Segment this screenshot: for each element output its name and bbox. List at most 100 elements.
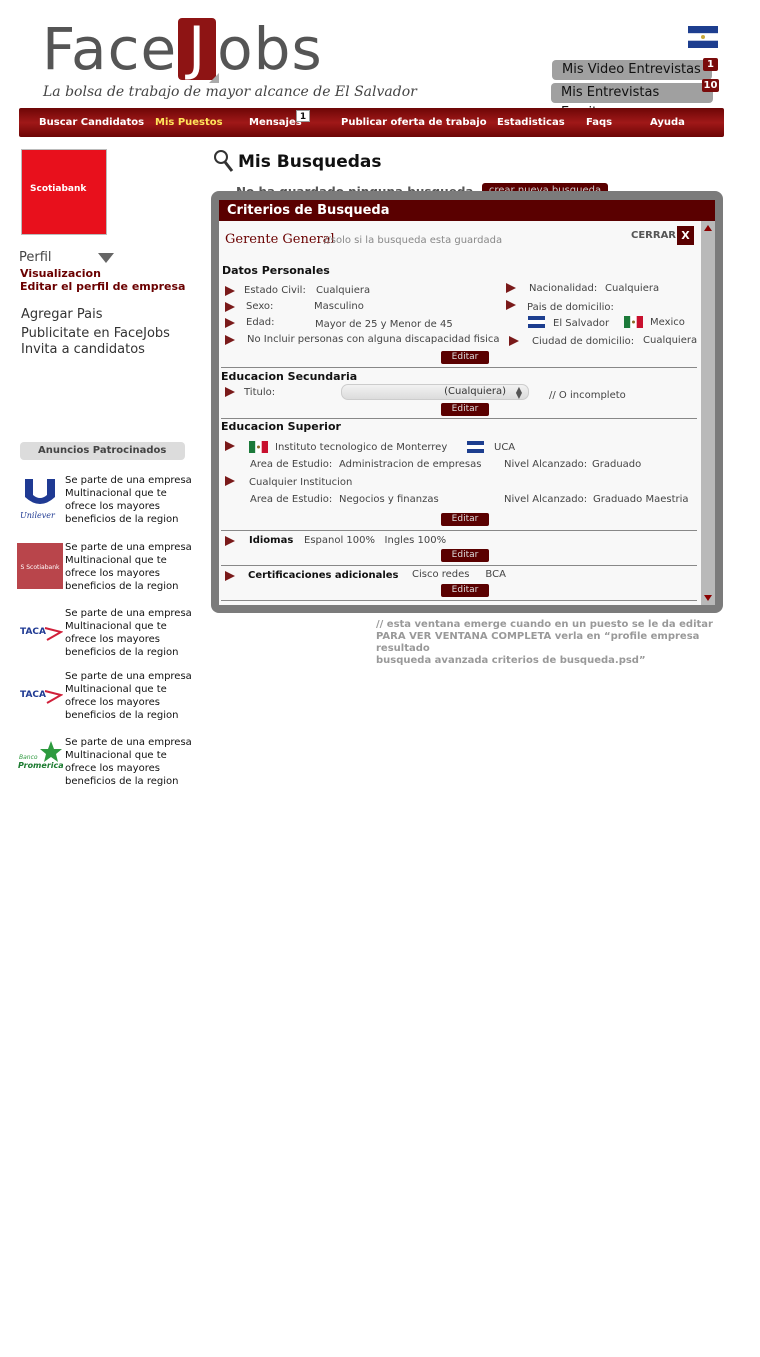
svg-text:Banco: Banco <box>19 754 38 761</box>
select-arrows-icon: ▲ ▼ <box>515 385 522 400</box>
promerica-logo-icon[interactable]: Banco Promerica <box>17 737 63 783</box>
edad-label: Edad: <box>246 317 275 328</box>
taca-logo-icon[interactable]: TACA <box>17 610 63 656</box>
nav-mis-puestos[interactable]: Mis Puestos <box>155 117 223 128</box>
editar-perfil-link[interactable]: Editar el perfil de empresa <box>20 280 185 293</box>
video-interviews-label: Mis Video Entrevistas <box>562 62 701 77</box>
panel-title: Criterios de Busqueda <box>219 200 715 221</box>
publicitate-link[interactable]: Publicitate en FaceJobs <box>21 326 170 341</box>
scroll-down-icon[interactable] <box>704 595 712 601</box>
editar-idiomas-button[interactable]: Editar <box>441 549 489 562</box>
idiomas-value: Espanol 100% Ingles 100% <box>304 535 447 546</box>
nav-ayuda[interactable]: Ayuda <box>650 117 685 128</box>
divider <box>221 530 697 531</box>
perfil-label[interactable]: Perfil <box>19 250 52 265</box>
panel-scrollbar[interactable] <box>701 221 715 605</box>
mexico-flag-icon <box>624 316 643 328</box>
company-logo[interactable]: Scotiabank <box>21 149 107 235</box>
secundaria-note: // O incompleto <box>549 390 626 401</box>
pais-mexico: Mexico <box>650 317 685 328</box>
note-line-3: busqueda avanzada criterios de busqueda.… <box>376 655 646 666</box>
arrow-icon <box>225 387 235 397</box>
editar-datos-button[interactable]: Editar <box>441 351 489 364</box>
nivel-value-1: Graduado <box>592 459 642 470</box>
institucion-3: Cualquier Institucion <box>249 477 353 488</box>
agregar-pais-link[interactable]: Agregar Pais <box>21 307 103 322</box>
nivel-label-2: Nivel Alcanzado: <box>504 494 588 505</box>
unilever-logo-icon[interactable]: Unilever <box>17 475 63 521</box>
titulo-select-value: (Cualquiera) <box>444 386 506 397</box>
arrow-icon <box>509 336 519 346</box>
written-interviews-badge: 10 <box>702 79 719 92</box>
search-icon <box>214 150 234 172</box>
nav-buscar-candidatos[interactable]: Buscar Candidatos <box>39 117 144 128</box>
main-nav: Buscar Candidatos Mis Puestos Mensajes 1… <box>19 108 724 137</box>
titulo-select[interactable]: (Cualquiera) ▲ ▼ <box>341 384 529 400</box>
nav-publicar-oferta[interactable]: Publicar oferta de trabajo <box>341 117 487 128</box>
perfil-dropdown-icon[interactable] <box>98 253 114 263</box>
nav-mensajes[interactable]: Mensajes <box>249 117 302 128</box>
invita-candidatos-link[interactable]: Invita a candidatos <box>21 342 145 357</box>
arrow-icon <box>225 441 235 451</box>
note-line-2: PARA VER VENTANA COMPLETA verla en “prof… <box>376 631 700 654</box>
superior-heading: Educacion Superior <box>221 420 341 433</box>
arrow-icon <box>506 283 516 293</box>
close-icon[interactable]: X <box>677 226 694 245</box>
ad-text-2[interactable]: Se parte de una empresa Multinacional qu… <box>65 541 195 593</box>
area-label-1: Area de Estudio: <box>250 459 333 470</box>
scroll-up-icon[interactable] <box>704 225 712 231</box>
discapacidad-text: No Incluir personas con alguna discapaci… <box>247 334 500 345</box>
scotiabank-logo-icon[interactable]: S Scotiabank <box>17 543 63 589</box>
logo-j-block: J <box>178 18 220 83</box>
video-interviews-badge: 1 <box>703 58 718 71</box>
sexo-value: Masculino <box>314 301 364 312</box>
taca-logo-icon-2[interactable]: TACA <box>17 673 63 719</box>
written-interviews-button[interactable]: Mis Entrevistas Escritas <box>551 83 713 120</box>
ad-text-1[interactable]: Se parte de una empresa Multinacional qu… <box>65 474 195 526</box>
panel-body: Gerente General //solo si la busqueda es… <box>219 221 701 605</box>
tagline: La bolsa de trabajo de mayor alcance de … <box>43 84 417 100</box>
ciudad-value: Cualquiera <box>643 335 698 346</box>
titulo-label: Titulo: <box>244 387 276 398</box>
ad-text-4[interactable]: Se parte de una empresa Multinacional qu… <box>65 670 195 722</box>
arrow-icon <box>225 302 235 312</box>
close-label[interactable]: CERRAR <box>631 230 676 241</box>
anuncios-header: Anuncios Patrocinados <box>20 442 185 460</box>
video-interviews-button[interactable]: Mis Video Entrevistas <box>552 60 712 80</box>
editar-secundaria-button[interactable]: Editar <box>441 403 489 416</box>
editar-superior-button[interactable]: Editar <box>441 513 489 526</box>
arrow-icon <box>506 300 516 310</box>
arrow-icon <box>225 571 235 581</box>
sexo-label: Sexo: <box>246 301 274 312</box>
secundaria-heading: Educacion Secundaria <box>221 370 358 383</box>
idiomas-label: Idiomas <box>249 535 294 546</box>
edad-value: Mayor de 25 y Menor de 45 <box>315 319 453 330</box>
editar-certificaciones-button[interactable]: Editar <box>441 584 489 597</box>
nav-faqs[interactable]: Faqs <box>586 117 612 128</box>
ad-text-3[interactable]: Se parte de una empresa Multinacional qu… <box>65 607 195 659</box>
nav-mensajes-badge: 1 <box>296 110 310 122</box>
company-logo-text: Scotiabank <box>30 184 87 194</box>
search-name-note: //solo si la busqueda esta guardada <box>324 235 503 246</box>
divider <box>221 565 697 566</box>
institucion-1: Instituto tecnologico de Monterrey <box>275 442 448 453</box>
nav-estadisticas[interactable]: Estadisticas <box>497 117 565 128</box>
area-value-2: Negocios y finanzas <box>339 494 439 505</box>
logo-j-letter: J <box>188 14 207 82</box>
datos-personales-heading: Datos Personales <box>222 264 330 277</box>
arrow-icon <box>225 335 235 345</box>
svg-text:S Scotiabank: S Scotiabank <box>21 564 60 571</box>
svg-text:TACA: TACA <box>20 627 46 637</box>
svg-text:Unilever: Unilever <box>20 511 56 520</box>
search-name: Gerente General <box>225 232 335 247</box>
nivel-value-2: Graduado Maestria <box>593 494 689 505</box>
arrow-icon <box>225 286 235 296</box>
el-salvador-flag-icon[interactable] <box>688 26 718 48</box>
perfil-visualizacion-link[interactable]: Visualizacion <box>20 267 101 280</box>
ad-text-5[interactable]: Se parte de una empresa Multinacional qu… <box>65 736 195 788</box>
facejobs-logo[interactable]: Face Jobs <box>42 16 323 86</box>
area-label-2: Area de Estudio: <box>250 494 333 505</box>
nacionalidad-value: Cualquiera <box>605 283 660 294</box>
nivel-label-1: Nivel Alcanzado: <box>504 459 588 470</box>
el-salvador-flag-icon <box>528 316 545 328</box>
